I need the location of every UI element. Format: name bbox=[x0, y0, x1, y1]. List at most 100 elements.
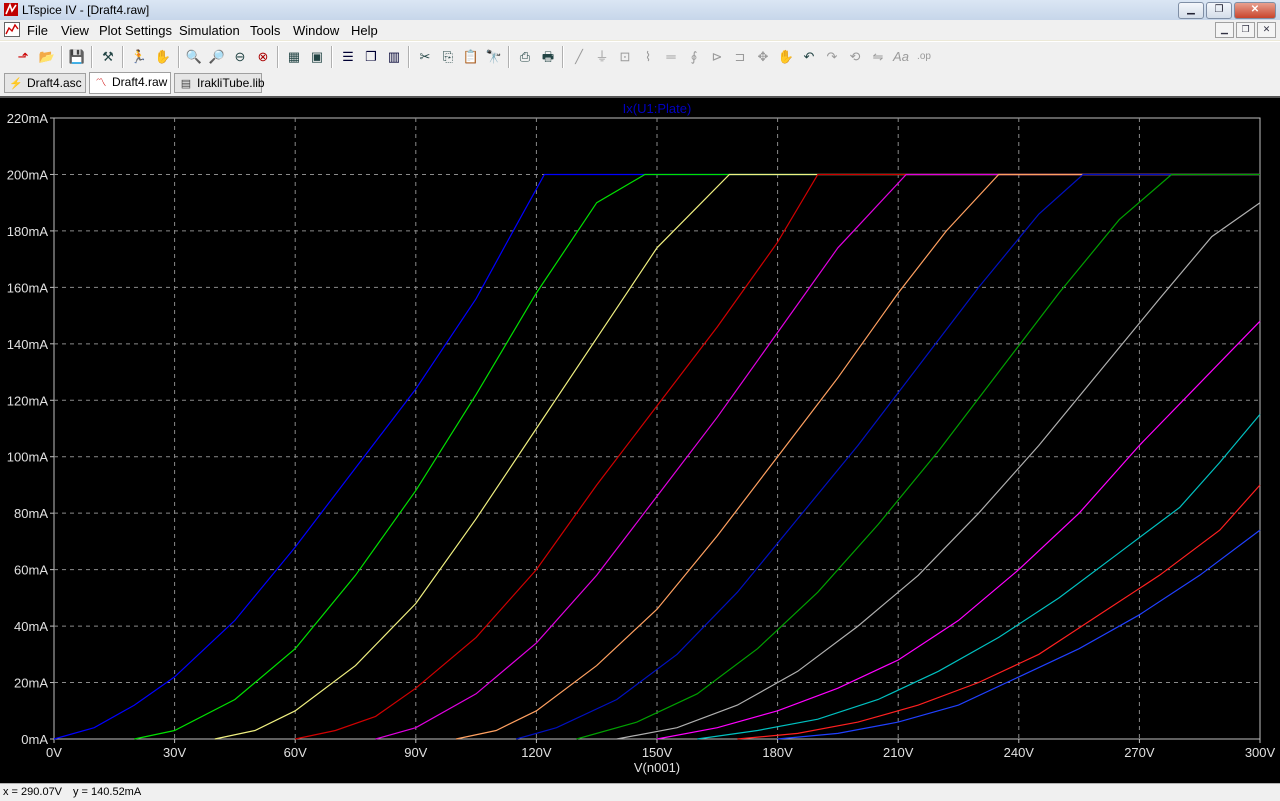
cursor-x-readout: x = 290.07V bbox=[3, 786, 63, 798]
zoom-in-icon[interactable]: 🔍 bbox=[184, 47, 204, 67]
x-axis-label: V(n001) bbox=[634, 760, 680, 775]
tab-draft4-asc[interactable]: ⚡ Draft4.asc bbox=[4, 73, 86, 93]
ground-icon[interactable]: ⏚ bbox=[592, 47, 612, 67]
minimize-button[interactable]: ▁ bbox=[1178, 2, 1204, 19]
mdi-close-button[interactable]: ✕ bbox=[1257, 22, 1276, 38]
spice-directive-icon[interactable]: .op bbox=[914, 47, 934, 67]
mdi-minimize-button[interactable]: ▁ bbox=[1215, 22, 1234, 38]
inductor-icon[interactable]: ∮ bbox=[684, 47, 704, 67]
print-icon[interactable]: 🖶 bbox=[538, 47, 558, 67]
y-tick-label: 60mA bbox=[14, 563, 48, 578]
restore-button[interactable]: ❐ bbox=[1206, 2, 1232, 19]
save-icon[interactable]: 💾 bbox=[67, 47, 87, 67]
y-tick-label: 0mA bbox=[21, 732, 48, 747]
close-button[interactable]: ✕ bbox=[1234, 2, 1276, 19]
series-line-9 bbox=[616, 202, 1261, 740]
y-tick-label: 220mA bbox=[7, 111, 49, 126]
mirror-icon[interactable]: ⇋ bbox=[868, 47, 888, 67]
title-bar: LTspice IV - [Draft4.raw] ▁ ❐ ✕ bbox=[0, 0, 1280, 21]
menu-view[interactable]: View bbox=[61, 23, 89, 38]
drag-icon[interactable]: ✋ bbox=[776, 47, 796, 67]
menu-help[interactable]: Help bbox=[351, 23, 378, 38]
copy-icon[interactable]: ⎘ bbox=[438, 47, 458, 67]
x-tick-label: 300V bbox=[1245, 745, 1276, 760]
menu-window[interactable]: Window bbox=[293, 23, 339, 38]
mdi-restore-button[interactable]: ❐ bbox=[1236, 22, 1255, 38]
capacitor-icon[interactable]: ═ bbox=[661, 47, 681, 67]
menu-file[interactable]: File bbox=[27, 23, 48, 38]
tab-label: Draft4.raw bbox=[112, 75, 168, 89]
y-tick-label: 200mA bbox=[7, 167, 49, 182]
menu-tools[interactable]: Tools bbox=[250, 23, 280, 38]
y-tick-label: 140mA bbox=[7, 337, 49, 352]
toolbar: ⬏ 📂 💾 ⚒ 🏃 ✋ 🔍 🔎 ⊖ ⊗ ▦ ▣ ☰ ❐ ▥ ✂ ⎘ 📋 🔭 ⎙ … bbox=[0, 41, 1280, 72]
document-tabs: ⚡ Draft4.asc 〽 Draft4.raw ▤ IrakliTube.l… bbox=[0, 71, 1280, 96]
control-panel-icon[interactable]: ⚒ bbox=[98, 47, 118, 67]
series-line-12 bbox=[737, 484, 1261, 740]
x-tick-label: 90V bbox=[404, 745, 427, 760]
undo-icon[interactable]: ↶ bbox=[799, 47, 819, 67]
y-tick-label: 180mA bbox=[7, 224, 49, 239]
tab-irakli-tube-lib[interactable]: ▤ IrakliTube.lib bbox=[174, 73, 265, 93]
open-icon[interactable]: 📂 bbox=[37, 47, 57, 67]
rotate-icon[interactable]: ⟲ bbox=[845, 47, 865, 67]
y-tick-label: 120mA bbox=[7, 393, 49, 408]
zoom-out-icon[interactable]: ⊖ bbox=[230, 47, 250, 67]
waveform-document-icon bbox=[4, 22, 20, 37]
zoom-area-icon[interactable]: 🔎 bbox=[207, 47, 227, 67]
y-tick-label: 80mA bbox=[14, 506, 48, 521]
x-tick-label: 210V bbox=[883, 745, 914, 760]
print-setup-icon[interactable]: ⎙ bbox=[515, 47, 535, 67]
x-tick-label: 180V bbox=[762, 745, 793, 760]
cascade-icon[interactable]: ❐ bbox=[361, 47, 381, 67]
resistor-icon[interactable]: ⌇ bbox=[638, 47, 658, 67]
tab-label: IrakliTube.lib bbox=[197, 76, 265, 90]
tab-draft4-raw[interactable]: 〽 Draft4.raw bbox=[89, 72, 171, 94]
waveform-icon: 〽 bbox=[95, 77, 107, 89]
wire-icon[interactable]: ╱ bbox=[569, 47, 589, 67]
tile-vertical-icon[interactable]: ▥ bbox=[384, 47, 404, 67]
text-icon[interactable]: Aa bbox=[891, 47, 911, 67]
x-tick-label: 120V bbox=[521, 745, 552, 760]
menu-bar: File View Plot Settings Simulation Tools… bbox=[0, 20, 1280, 40]
waveform-plot-pane[interactable]: 0V 30V 60V 90V 120V 150V 180V 210V 240V 270V 300V 0… bbox=[0, 96, 1280, 784]
tab-label: Draft4.asc bbox=[27, 76, 82, 90]
halt-icon[interactable]: ✋ bbox=[153, 47, 173, 67]
y-tick-label: 40mA bbox=[14, 619, 48, 634]
y-tick-label: 160mA bbox=[7, 280, 49, 295]
y-tick-label: 20mA bbox=[14, 676, 48, 691]
cursor-y-readout: y = 140.52mA bbox=[73, 786, 142, 798]
status-bar: x = 290.07V y = 140.52mA bbox=[0, 783, 1280, 801]
component-icon[interactable]: ⊐ bbox=[730, 47, 750, 67]
diode-icon[interactable]: ⊳ bbox=[707, 47, 727, 67]
waveform-chart[interactable]: 0V 30V 60V 90V 120V 150V 180V 210V 240V 270V 300V 0… bbox=[0, 98, 1280, 784]
x-tick-label: 270V bbox=[1124, 745, 1155, 760]
fit-icon[interactable]: ▣ bbox=[307, 47, 327, 67]
paste-icon[interactable]: 📋 bbox=[461, 47, 481, 67]
menu-simulation[interactable]: Simulation bbox=[179, 23, 240, 38]
x-tick-label: 150V bbox=[642, 745, 673, 760]
x-tick-label: 30V bbox=[163, 745, 186, 760]
find-icon[interactable]: 🔭 bbox=[484, 47, 504, 67]
menu-plot-settings[interactable]: Plot Settings bbox=[99, 23, 172, 38]
window-title: LTspice IV - [Draft4.raw] bbox=[22, 3, 150, 17]
label-icon[interactable]: ⊡ bbox=[615, 47, 635, 67]
series-line-11 bbox=[697, 414, 1261, 740]
tile-horizontal-icon[interactable]: ☰ bbox=[338, 47, 358, 67]
redo-icon[interactable]: ↷ bbox=[822, 47, 842, 67]
y-tick-label: 100mA bbox=[7, 450, 49, 465]
trace-title[interactable]: Ix(U1:Plate) bbox=[623, 101, 692, 116]
document-icon: ▤ bbox=[180, 78, 192, 90]
x-tick-label: 240V bbox=[1004, 745, 1035, 760]
autorange-icon[interactable]: ▦ bbox=[284, 47, 304, 67]
new-schematic-icon[interactable]: ⬏ bbox=[13, 47, 33, 67]
cut-icon[interactable]: ✂ bbox=[415, 47, 435, 67]
series-line-10 bbox=[656, 320, 1261, 740]
move-icon[interactable]: ✥ bbox=[753, 47, 773, 67]
run-icon[interactable]: 🏃 bbox=[129, 47, 149, 67]
schematic-icon: ⚡ bbox=[9, 78, 23, 90]
plot-border bbox=[53, 117, 1261, 740]
ltspice-logo-icon bbox=[4, 3, 18, 16]
x-tick-label: 0V bbox=[46, 745, 62, 760]
zoom-cancel-icon[interactable]: ⊗ bbox=[253, 47, 273, 67]
